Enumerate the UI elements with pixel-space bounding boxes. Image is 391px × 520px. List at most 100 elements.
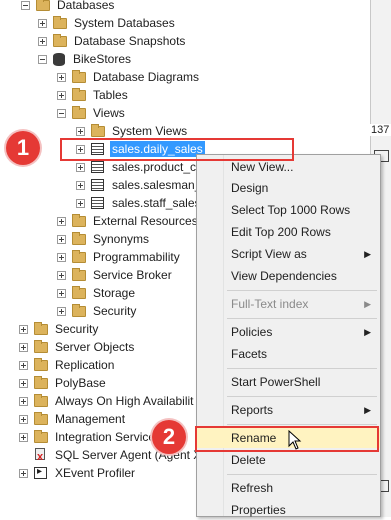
- expand-icon[interactable]: [57, 288, 66, 298]
- folder-icon: [72, 213, 86, 227]
- tree-node-service-broker[interactable]: Service Broker: [57, 266, 174, 284]
- view-icon: [91, 161, 104, 173]
- tree-node-server-objects[interactable]: Server Objects: [19, 338, 136, 356]
- menu-separator: [227, 424, 377, 425]
- folder-icon: [72, 267, 86, 281]
- menu-item-full-text-index: Full-Text index ▶: [197, 294, 380, 314]
- folder-icon: [34, 393, 48, 407]
- tree-label: sales.salesman_: [112, 178, 202, 192]
- menu-item-facets[interactable]: Facets: [197, 344, 380, 364]
- expand-icon[interactable]: [19, 378, 28, 388]
- expand-icon[interactable]: [19, 360, 28, 370]
- menu-item-policies[interactable]: Policies ▶: [197, 322, 380, 342]
- callout-badge-step2: 2: [152, 420, 186, 454]
- submenu-arrow-icon: ▶: [364, 327, 371, 337]
- menu-item-reports[interactable]: Reports ▶: [197, 400, 380, 420]
- folder-icon: [34, 429, 48, 443]
- expand-icon[interactable]: [76, 126, 85, 136]
- submenu-arrow-icon: ▶: [364, 405, 371, 415]
- expand-icon[interactable]: [76, 180, 85, 190]
- tree-node-security[interactable]: Security: [19, 320, 100, 338]
- tree-label: Synonyms: [93, 232, 150, 246]
- menu-item-design[interactable]: Design: [197, 178, 380, 198]
- mouse-cursor-icon: [288, 430, 302, 450]
- collapse-icon[interactable]: [57, 108, 66, 118]
- expand-icon[interactable]: [57, 234, 66, 244]
- tree-label: Integration Service: [55, 430, 156, 444]
- expand-icon[interactable]: [19, 414, 28, 424]
- tree-node-polybase[interactable]: PolyBase: [19, 374, 108, 392]
- expand-icon[interactable]: [57, 72, 66, 82]
- expand-icon[interactable]: [19, 342, 28, 352]
- tree-node-security-db[interactable]: Security: [57, 302, 138, 320]
- tree-label: Database Snapshots: [74, 34, 186, 48]
- menu-item-edit-top[interactable]: Edit Top 200 Rows: [197, 222, 380, 242]
- tree-node-replication[interactable]: Replication: [19, 356, 116, 374]
- expand-icon[interactable]: [57, 90, 66, 100]
- expand-icon[interactable]: [38, 18, 47, 28]
- tree-label: Service Broker: [93, 268, 172, 282]
- menu-item-script-view-as[interactable]: Script View as ▶: [197, 244, 380, 264]
- expand-icon[interactable]: [19, 396, 28, 406]
- menu-separator: [227, 290, 377, 291]
- tree-node-tables[interactable]: Tables: [57, 86, 130, 104]
- folder-icon: [72, 285, 86, 299]
- tree-node-bikestores[interactable]: BikeStores: [38, 50, 133, 68]
- collapse-icon[interactable]: [38, 54, 47, 64]
- tree-node-always-on[interactable]: Always On High Availabilit: [19, 392, 196, 410]
- tree-label: External Resources: [93, 214, 198, 228]
- tree-node-databases[interactable]: Databases: [21, 0, 116, 14]
- expand-icon[interactable]: [57, 252, 66, 262]
- menu-item-properties[interactable]: Properties: [197, 500, 380, 520]
- tree-label: Always On High Availabilit: [55, 394, 194, 408]
- menu-separator: [227, 396, 377, 397]
- tree-node-system-databases[interactable]: System Databases: [38, 14, 177, 32]
- tree-label: Replication: [55, 358, 115, 372]
- expand-icon[interactable]: [57, 216, 66, 226]
- expand-icon[interactable]: [19, 324, 28, 334]
- tree-label: Management: [55, 412, 126, 426]
- folder-icon: [72, 87, 86, 101]
- tree-label: sales.staff_sales: [112, 196, 201, 210]
- menu-item-select-top[interactable]: Select Top 1000 Rows: [197, 200, 380, 220]
- expand-icon[interactable]: [57, 306, 66, 316]
- tree-node-database-snapshots[interactable]: Database Snapshots: [38, 32, 187, 50]
- tree-label: Security: [93, 304, 137, 318]
- tree-node-storage[interactable]: Storage: [57, 284, 137, 302]
- tree-node-programmability[interactable]: Programmability: [57, 248, 182, 266]
- tree-label: Views: [93, 106, 125, 120]
- folder-icon: [72, 303, 86, 317]
- menu-item-refresh[interactable]: Refresh: [197, 478, 380, 498]
- menu-item-start-powershell[interactable]: Start PowerShell: [197, 372, 380, 392]
- menu-item-view-dependencies[interactable]: View Dependencies: [197, 266, 380, 286]
- tree-node-view-salesman[interactable]: sales.salesman_: [76, 176, 203, 194]
- folder-icon: [72, 249, 86, 263]
- expand-icon[interactable]: [19, 432, 28, 442]
- expand-icon[interactable]: [76, 198, 85, 208]
- menu-separator: [227, 318, 377, 319]
- collapse-icon[interactable]: [21, 0, 30, 10]
- expand-icon[interactable]: [19, 468, 28, 478]
- view-icon: [91, 179, 104, 191]
- view-icon: [91, 197, 104, 209]
- expand-icon[interactable]: [57, 270, 66, 280]
- tree-node-management[interactable]: Management: [19, 410, 127, 428]
- folder-icon: [34, 321, 48, 335]
- tree-node-integration-services[interactable]: Integration Service: [19, 428, 157, 446]
- tree-node-synonyms[interactable]: Synonyms: [57, 230, 151, 248]
- tree-label: Database Diagrams: [93, 70, 200, 84]
- callout-box-step1: [60, 138, 294, 161]
- folder-icon: [34, 411, 48, 425]
- callout-badge-step1: 1: [6, 131, 40, 165]
- tree-node-database-diagrams[interactable]: Database Diagrams: [57, 68, 201, 86]
- tree-node-external-resources[interactable]: External Resources: [57, 212, 200, 230]
- menu-separator: [227, 368, 377, 369]
- tree-node-xevent-profiler[interactable]: XEvent Profiler: [19, 464, 137, 482]
- menu-item-delete[interactable]: Delete: [197, 450, 380, 470]
- tree-node-views[interactable]: Views: [57, 104, 127, 122]
- folder-icon: [34, 375, 48, 389]
- expand-icon[interactable]: [76, 162, 85, 172]
- tree-node-view-staff-sales[interactable]: sales.staff_sales: [76, 194, 203, 212]
- expand-icon[interactable]: [38, 36, 47, 46]
- submenu-arrow-icon: ▶: [364, 249, 371, 259]
